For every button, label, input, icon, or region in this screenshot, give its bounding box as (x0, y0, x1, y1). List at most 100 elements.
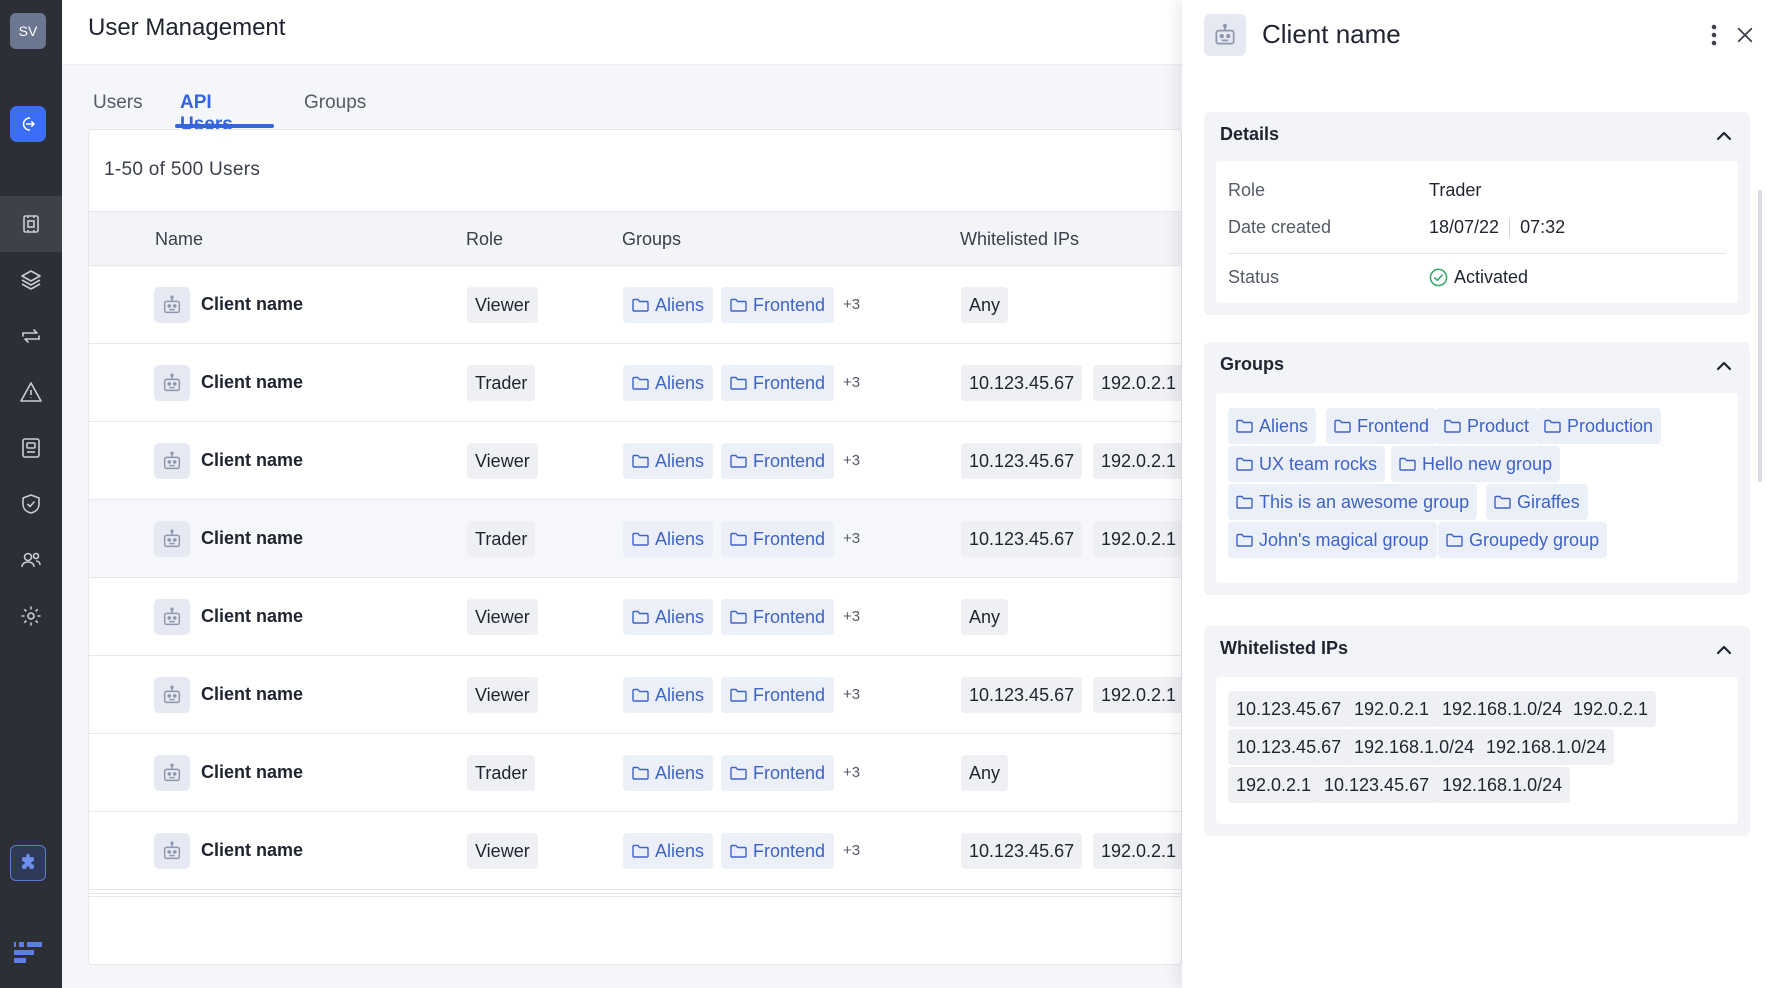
more-groups-count[interactable]: +3 (843, 374, 860, 391)
column-header-role[interactable]: Role (466, 229, 503, 250)
group-chip-label: Aliens (655, 294, 705, 315)
sidebar-item-security[interactable] (0, 476, 62, 532)
more-groups-count[interactable]: +3 (843, 842, 860, 859)
sidebar-item-reports[interactable] (0, 420, 62, 476)
group-chip[interactable]: Groupedy group (1438, 522, 1608, 558)
table-row[interactable]: Client name Trader Aliens Frontend +3 Any (89, 734, 1181, 812)
folder-icon (1446, 533, 1463, 547)
robot-icon (163, 295, 181, 314)
group-chip[interactable]: Aliens (623, 365, 714, 401)
client-name: Client name (201, 840, 304, 860)
api-users-table: 1-50 of 500 Users Name Role Groups White… (88, 129, 1182, 965)
group-chip-label: Aliens (1259, 415, 1309, 436)
group-chip[interactable]: Frontend (721, 521, 835, 557)
column-header-name[interactable]: Name (155, 229, 203, 250)
table-footer-divider (89, 893, 1181, 897)
tab-groups[interactable]: Groups (304, 92, 366, 114)
sidebar-item-layers[interactable] (0, 252, 62, 308)
folder-icon (730, 532, 747, 546)
table-row[interactable]: Client name Trader Aliens Frontend +3 10.123.… (89, 344, 1181, 422)
group-chip[interactable]: Frontend (1326, 408, 1438, 444)
puzzle-icon[interactable] (10, 845, 46, 881)
role-value: Trader (1429, 180, 1481, 201)
group-chip[interactable]: Production (1536, 408, 1662, 444)
group-chip[interactable]: Aliens (1228, 408, 1317, 444)
group-chip[interactable]: Aliens (623, 443, 714, 479)
table-row[interactable]: Client name Trader Aliens Frontend +3 10.123.… (89, 500, 1181, 578)
close-icon[interactable] (1730, 20, 1760, 50)
folder-icon (1236, 495, 1253, 509)
group-chip-label: Hello new group (1422, 453, 1553, 474)
group-chip[interactable]: Aliens (623, 599, 714, 635)
group-chip[interactable]: Frontend (721, 365, 835, 401)
chevron-up-icon[interactable] (1714, 126, 1734, 146)
more-groups-count[interactable]: +3 (843, 686, 860, 703)
group-chip[interactable]: Frontend (721, 833, 835, 869)
client-name: Client name (201, 372, 304, 392)
group-chip[interactable]: Frontend (721, 443, 835, 479)
column-header-ips[interactable]: Whitelisted IPs (960, 229, 1079, 250)
shield-check-icon (22, 494, 40, 514)
groups-section: Groups Aliens Frontend Product Production UX… (1204, 342, 1750, 595)
group-chip-label: John's magical group (1259, 529, 1429, 550)
sidebar-item-transfers[interactable] (0, 308, 62, 364)
transfer-arrows-icon (22, 329, 40, 343)
ip-chip: 10.123.45.67 (961, 365, 1083, 401)
more-groups-count[interactable]: +3 (843, 608, 860, 625)
group-chip-label: Aliens (655, 450, 705, 471)
group-chip-label: Product (1467, 415, 1530, 436)
tab-users[interactable]: Users (93, 92, 143, 114)
role-pill: Viewer (467, 599, 538, 635)
sidebar-item-users[interactable] (0, 532, 62, 588)
table-row[interactable]: Client name Viewer Aliens Frontend +3 Any (89, 266, 1181, 344)
groups-heading: Groups (1220, 354, 1285, 374)
group-chip[interactable]: Giraffes (1486, 484, 1588, 520)
group-chip[interactable]: Aliens (623, 287, 714, 323)
column-header-groups[interactable]: Groups (622, 229, 681, 250)
group-chip[interactable]: Aliens (623, 677, 714, 713)
more-groups-count[interactable]: +3 (843, 452, 860, 469)
group-chip-label: Aliens (655, 606, 705, 627)
ip-chip: 192.168.1.0/24 (1346, 729, 1483, 765)
group-chip[interactable]: Frontend (721, 599, 835, 635)
avatar[interactable]: SV (10, 13, 46, 49)
group-chip[interactable]: Hello new group (1391, 446, 1561, 482)
group-chip[interactable]: Aliens (623, 833, 714, 869)
ip-chip: 192.0.2.1 (1565, 691, 1657, 727)
sidebar-item-devices[interactable] (0, 196, 62, 252)
more-vertical-icon[interactable] (1702, 20, 1726, 50)
group-chip[interactable]: Aliens (623, 521, 714, 557)
group-chip[interactable]: Frontend (721, 677, 835, 713)
more-groups-count[interactable]: +3 (843, 296, 860, 313)
chevron-up-icon[interactable] (1714, 356, 1734, 376)
role-pill: Viewer (467, 677, 538, 713)
table-row[interactable]: Client name Viewer Aliens Frontend +3 Any (89, 578, 1181, 656)
logout-icon[interactable] (10, 106, 46, 142)
group-chip[interactable]: Frontend (721, 755, 835, 791)
drawer-scrollbar[interactable] (1758, 190, 1762, 482)
robot-icon (163, 763, 181, 782)
cpu-chip-icon (23, 215, 39, 233)
status-badge: Activated (1429, 267, 1528, 288)
table-row[interactable]: Client name Viewer Aliens Frontend +3 10.123.… (89, 656, 1181, 734)
group-chip[interactable]: UX team rocks (1228, 446, 1386, 482)
table-row[interactable]: Client name Viewer Aliens Frontend +3 10.123.… (89, 812, 1181, 890)
sidebar-item-settings[interactable] (0, 588, 62, 644)
group-chip[interactable]: Frontend (721, 287, 835, 323)
table-row[interactable]: Client name Viewer Aliens Frontend +3 10.123.… (89, 422, 1181, 500)
sidebar-item-alerts[interactable] (0, 364, 62, 420)
group-chip[interactable]: This is an awesome group (1228, 484, 1478, 520)
more-groups-count[interactable]: +3 (843, 530, 860, 547)
group-chip[interactable]: John's magical group (1228, 522, 1437, 558)
group-chip-label: Aliens (655, 528, 705, 549)
ip-chip: 192.0.2.1 (1228, 767, 1320, 803)
group-chip[interactable]: Product (1436, 408, 1538, 444)
ip-chip: 10.123.45.67 (1228, 691, 1350, 727)
client-avatar (154, 677, 190, 713)
more-groups-count[interactable]: +3 (843, 764, 860, 781)
chevron-up-icon[interactable] (1714, 640, 1734, 660)
users-icon (21, 552, 41, 568)
group-chip[interactable]: Aliens (623, 755, 714, 791)
date-time-divider (1509, 218, 1511, 237)
folder-icon (632, 532, 649, 546)
